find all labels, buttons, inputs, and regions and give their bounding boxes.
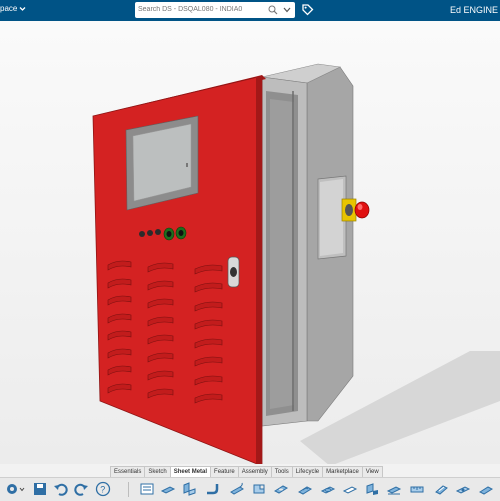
toolbar-separator [128, 482, 129, 497]
tab-sheet-metal[interactable]: Sheet Metal [169, 466, 212, 477]
search-box[interactable] [135, 2, 295, 18]
undo-icon[interactable] [53, 481, 69, 497]
help-icon[interactable]: ? [95, 481, 111, 497]
corner-relief-icon[interactable] [251, 481, 267, 497]
bend-icon[interactable] [205, 481, 221, 497]
workspace-label[interactable]: pace [0, 4, 17, 13]
sheet-metal-parameters-icon[interactable] [139, 481, 155, 497]
interior-back-panel [270, 99, 294, 409]
fold-icon[interactable] [364, 481, 380, 497]
top-bar: pace Ed ENGINE [0, 0, 500, 21]
brand-label: Ed ENGINE [449, 5, 498, 15]
cutout-icon[interactable] [273, 481, 289, 497]
flange-icon[interactable] [181, 481, 197, 497]
stamp-icon[interactable] [320, 481, 336, 497]
louver-icon[interactable] [297, 481, 313, 497]
save-icon[interactable] [32, 481, 48, 497]
chevron-down-icon[interactable] [19, 5, 26, 13]
more-tools-icon[interactable] [455, 481, 471, 497]
ribbon-tabs: Essentials Sketch Sheet Metal Feature As… [110, 466, 383, 477]
chevron-down-icon[interactable] [19, 481, 25, 497]
3d-viewport[interactable] [0, 21, 500, 464]
tab-sketch[interactable]: Sketch [144, 466, 171, 477]
enclosure-model[interactable] [0, 21, 500, 464]
tab-assembly[interactable]: Assembly [237, 466, 272, 477]
tab-marketplace[interactable]: Marketplace [322, 466, 363, 477]
unfold-icon[interactable] [342, 481, 358, 497]
tab-tools[interactable]: Tools [270, 466, 293, 477]
svg-text:?: ? [100, 485, 105, 495]
settings-gear-icon[interactable] [4, 481, 20, 497]
tab-view[interactable]: View [361, 466, 383, 477]
redo-icon[interactable] [73, 481, 89, 497]
action-bar: ? [0, 477, 500, 501]
flatten-icon[interactable] [386, 481, 402, 497]
tag-icon[interactable] [301, 3, 314, 16]
hem-icon[interactable] [229, 481, 245, 497]
search-icon[interactable] [268, 5, 278, 15]
search-input[interactable] [138, 4, 264, 15]
tab-essentials[interactable]: Essentials [110, 466, 146, 477]
measure-icon[interactable] [409, 481, 425, 497]
tab-lifecycle[interactable]: Lifecycle [291, 466, 324, 477]
tab-feature[interactable]: Feature [210, 466, 239, 477]
wall-icon[interactable] [160, 481, 176, 497]
emergency-stop-button [354, 201, 370, 219]
thread-icon[interactable] [433, 481, 449, 497]
overflow-tools-icon[interactable] [477, 481, 493, 497]
chevron-down-icon[interactable] [283, 7, 291, 13]
